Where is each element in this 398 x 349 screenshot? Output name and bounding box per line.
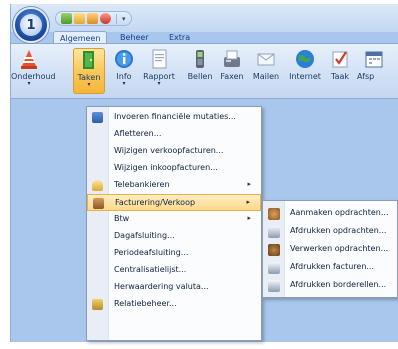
report-icon xyxy=(148,48,170,70)
ribbon-label-taak: Taak xyxy=(331,72,349,81)
menu-item-herwaardering-valuta[interactable]: Herwaardering valuta... xyxy=(87,279,261,296)
ribbon-button-info[interactable]: Info ▾ xyxy=(111,48,137,94)
contacts-icon xyxy=(92,299,103,310)
taken-dropdown-menu: Invoeren financiële mutaties... Afletter… xyxy=(86,106,262,341)
menu-item-wijzigen-verkoopfacturen[interactable]: Wijzigen verkoopfacturen... xyxy=(87,143,261,160)
menu-item-label: Invoeren financiële mutaties... xyxy=(114,112,236,121)
menu-item-label: Relatiebeheer... xyxy=(114,299,177,308)
menu-item-label: Afletteren... xyxy=(114,129,162,138)
qat-undo-icon[interactable] xyxy=(100,13,111,24)
qat-open-icon[interactable] xyxy=(87,13,98,24)
chevron-down-icon: ▾ xyxy=(122,80,126,87)
menu-item-label: Dagafsluiting... xyxy=(114,231,175,240)
phone-icon xyxy=(189,48,211,70)
chevron-down-icon: ▾ xyxy=(157,80,161,87)
qat-folder-icon[interactable] xyxy=(74,13,85,24)
menu-item-relatiebeheer[interactable]: Relatiebeheer... xyxy=(87,296,261,313)
facturering-submenu: Aanmaken opdrachten... Afdrukken opdrach… xyxy=(262,200,398,298)
ribbon-button-rapport[interactable]: Rapport ▾ xyxy=(141,48,177,94)
qat-app-icon[interactable] xyxy=(61,13,72,24)
ribbon: Onderhoud ▾ Taken ▾ Info ▾ Rapport ▾ Bel… xyxy=(11,43,398,99)
application-orb-button[interactable]: 1 xyxy=(13,7,49,43)
menu-item-btw[interactable]: Btw ▸ xyxy=(87,211,261,228)
menu-item-invoeren-financiele-mutaties[interactable]: Invoeren financiële mutaties... xyxy=(87,109,261,126)
submenu-item-label: Verwerken opdrachten... xyxy=(290,244,389,253)
qat-customize-icon[interactable]: ▾ xyxy=(122,15,126,23)
door-icon xyxy=(78,49,100,71)
fax-icon xyxy=(221,48,243,70)
chevron-down-icon: ▾ xyxy=(27,80,31,87)
menu-item-centralisatielijst[interactable]: Centralisatielijst... xyxy=(87,262,261,279)
telebanking-icon xyxy=(92,180,103,191)
ribbon-label-afsp: Afsp xyxy=(357,72,375,81)
submenu-item-afdrukken-facturen[interactable]: Afdrukken facturen... xyxy=(263,258,397,277)
menu-item-label: Btw xyxy=(114,214,130,223)
ribbon-button-bellen[interactable]: Bellen xyxy=(185,48,215,94)
journal-icon xyxy=(92,112,103,123)
submenu-item-aanmaken-opdrachten[interactable]: Aanmaken opdrachten... xyxy=(263,204,397,223)
screenshot-frame: ▾ 1 Algemeen Beheer Extra Onderhoud ▾ Ta… xyxy=(0,0,398,349)
menu-item-label: Facturering/Verkoop xyxy=(115,198,196,207)
chevron-down-icon: ▾ xyxy=(87,81,91,88)
ribbon-button-mailen[interactable]: Mailen xyxy=(249,48,283,94)
qat-separator xyxy=(116,13,117,24)
submenu-item-label: Afdrukken opdrachten... xyxy=(290,226,387,235)
submenu-arrow-icon: ▸ xyxy=(247,180,251,188)
submenu-item-afdrukken-borderellen[interactable]: Afdrukken borderellen... xyxy=(263,276,397,295)
create-order-icon xyxy=(268,208,280,220)
ribbon-label-bellen: Bellen xyxy=(187,72,213,81)
submenu-item-label: Afdrukken facturen... xyxy=(290,262,375,271)
ribbon-button-internet[interactable]: Internet xyxy=(287,48,323,94)
process-order-icon xyxy=(268,244,280,256)
menu-item-telebankieren[interactable]: Telebankieren ▸ xyxy=(87,177,261,194)
submenu-item-label: Afdrukken borderellen... xyxy=(290,280,387,289)
menu-item-facturering-verkoop[interactable]: Facturering/Verkoop ▸ xyxy=(87,194,261,211)
menu-item-dagafsluiting[interactable]: Dagafsluiting... xyxy=(87,228,261,245)
menu-item-periodeafsluiting[interactable]: Periodeafsluiting... xyxy=(87,245,261,262)
orb-label: 1 xyxy=(20,14,42,36)
menu-item-label: Telebankieren xyxy=(114,180,170,189)
ribbon-button-afsp[interactable]: Afsp xyxy=(357,48,398,94)
menu-item-label: Centralisatielijst... xyxy=(114,265,187,274)
ribbon-label-internet: Internet xyxy=(289,72,321,81)
info-icon xyxy=(113,48,135,70)
print-order-icon xyxy=(268,226,280,238)
ribbon-button-taken[interactable]: Taken ▾ xyxy=(73,48,105,94)
menu-item-label: Periodeafsluiting... xyxy=(114,248,189,257)
globe-icon xyxy=(294,48,316,70)
submenu-item-afdrukken-opdrachten[interactable]: Afdrukken opdrachten... xyxy=(263,222,397,241)
ribbon-button-onderhoud[interactable]: Onderhoud ▾ xyxy=(11,48,56,94)
menu-item-wijzigen-inkoopfacturen[interactable]: Wijzigen inkoopfacturen... xyxy=(87,160,261,177)
menu-item-label: Herwaardering valuta... xyxy=(114,282,209,291)
menu-item-afletteren[interactable]: Afletteren... xyxy=(87,126,261,143)
submenu-item-label: Aanmaken opdrachten... xyxy=(290,208,389,217)
ribbon-tabs: Algemeen Beheer Extra xyxy=(11,28,398,45)
invoice-box-icon xyxy=(93,198,104,209)
task-check-icon xyxy=(329,48,351,70)
mail-icon xyxy=(255,48,277,70)
calendar-icon xyxy=(363,48,385,70)
ribbon-button-faxen[interactable]: Faxen xyxy=(217,48,247,94)
ribbon-label-faxen: Faxen xyxy=(220,72,244,81)
quick-access-toolbar: ▾ xyxy=(55,11,132,26)
ribbon-button-taak[interactable]: Taak xyxy=(327,48,353,94)
menu-item-label: Wijzigen inkoopfacturen... xyxy=(114,163,218,172)
print-invoice-icon xyxy=(268,262,280,274)
menu-item-label: Wijzigen verkoopfacturen... xyxy=(114,146,224,155)
ribbon-label-mailen: Mailen xyxy=(252,72,280,81)
traffic-cone-icon xyxy=(18,48,40,70)
print-slip-icon xyxy=(268,280,280,292)
submenu-item-verwerken-opdrachten[interactable]: Verwerken opdrachten... xyxy=(263,240,397,259)
submenu-arrow-icon: ▸ xyxy=(246,198,250,206)
submenu-arrow-icon: ▸ xyxy=(247,214,251,222)
